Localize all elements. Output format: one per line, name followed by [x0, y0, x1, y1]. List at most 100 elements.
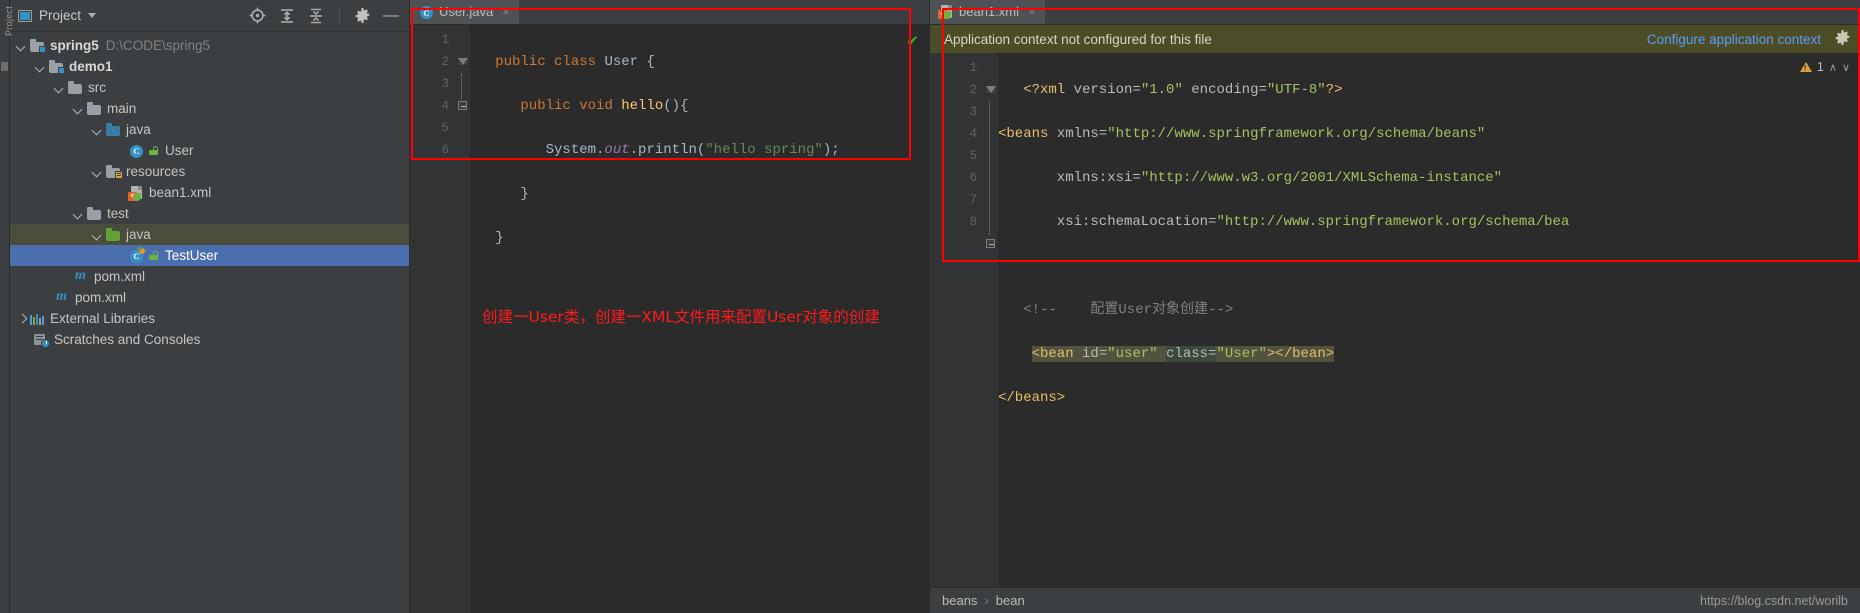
tree-label: pom.xml [94, 269, 146, 284]
chevron-open-icon[interactable] [92, 124, 103, 135]
chevron-closed-icon[interactable] [16, 313, 27, 324]
code-line: xsi:schemaLocation="http://www.springfra… [998, 211, 1860, 233]
tab-user-java[interactable]: C User.java × [410, 0, 519, 24]
tree-node-pom-demo1[interactable]: m pom.xml [10, 266, 409, 287]
test-source-folder-icon [105, 227, 122, 243]
breadcrumb-item-bean[interactable]: bean [996, 593, 1025, 608]
chevron-open-icon[interactable] [92, 229, 103, 240]
tree-node-demo1[interactable]: demo1 [10, 56, 409, 77]
chevron-down-icon[interactable]: ∨ [1842, 61, 1850, 74]
brace: } [495, 230, 504, 246]
tree-label: demo1 [69, 59, 113, 74]
tree-label: bean1.xml [149, 185, 212, 200]
tree-node-scratches[interactable]: Scratches and Consoles [10, 329, 409, 350]
tree-node-test[interactable]: test [10, 203, 409, 224]
tree-node-main[interactable]: main [10, 98, 409, 119]
resources-folder-icon [105, 164, 123, 180]
tab-bean1-xml[interactable]: < bean1.xml × [930, 0, 1045, 24]
attr-version: version= [1073, 82, 1141, 98]
gear-icon[interactable] [1835, 30, 1850, 48]
bean-open-tag: <bean [1031, 346, 1074, 362]
line-number: 3 [441, 77, 449, 91]
chevron-open-icon[interactable] [73, 103, 84, 114]
code-line: xmlns:xsi="http://www.w3.org/2001/XMLSch… [998, 167, 1860, 189]
project-title-group[interactable]: Project [18, 8, 97, 23]
tree-node-bean1-xml[interactable]: < bean1.xml [10, 182, 409, 203]
attr-schema-location-value: "http://www.springframework.org/schema/b… [1216, 214, 1570, 230]
scratches-icon [33, 332, 50, 348]
configure-app-context-link[interactable]: Configure application context [1647, 32, 1821, 47]
close-icon[interactable]: × [1028, 5, 1036, 18]
inspection-ok-icon[interactable]: ✔ [906, 34, 919, 49]
breadcrumb-item-beans[interactable]: beans [942, 593, 977, 608]
tree-label: spring5 [50, 38, 99, 53]
chevron-open-icon[interactable] [54, 82, 65, 93]
java-fold-column[interactable] [456, 25, 470, 613]
minimize-icon[interactable]: — [383, 7, 399, 24]
inspection-warnings[interactable]: 1 ∧ ∨ [1799, 60, 1850, 74]
collapse-all-icon[interactable] [308, 8, 324, 24]
project-vertical-tab[interactable]: Project [4, 0, 14, 36]
annotation-note: 创建一User类，创建一XML文件用来配置User对象的创建 [482, 308, 880, 326]
tree-node-testuser-class[interactable]: C TestUser [10, 245, 409, 266]
fold-handle[interactable] [458, 51, 468, 73]
statement-end: ); [822, 142, 840, 158]
close-icon[interactable]: × [502, 5, 510, 18]
tab-label: bean1.xml [959, 4, 1019, 19]
fold-handle[interactable] [986, 233, 996, 255]
chevron-down-icon[interactable] [88, 13, 97, 18]
xml-fold-column[interactable] [984, 53, 998, 613]
attr-xmlns-xsi-value: "http://www.w3.org/2001/XMLSchema-instan… [1140, 170, 1503, 186]
xml-code-text[interactable]: <?xml version="1.0" encoding="UTF-8"?> <… [998, 53, 1860, 613]
spring-xml-icon: < [128, 185, 145, 201]
chevron-open-icon[interactable] [16, 40, 27, 51]
tree-node-test-java[interactable]: java [10, 224, 409, 245]
chevron-open-icon[interactable] [92, 166, 103, 177]
tree-node-pom-root[interactable]: m pom.xml [10, 287, 409, 308]
project-toolbar: Project — [10, 0, 409, 32]
tree-node-src[interactable]: src [10, 77, 409, 98]
beans-close-tag: </beans> [998, 390, 1066, 406]
line-number: 4 [441, 99, 449, 113]
attr-class-value: "User" [1216, 346, 1267, 362]
chevron-open-icon[interactable] [73, 208, 84, 219]
tree-label: src [88, 80, 106, 95]
code-line: <bean id="user" class="User"></bean> [998, 343, 1860, 365]
attr-id: id= [1082, 346, 1108, 362]
tree-node-resources[interactable]: resources [10, 161, 409, 182]
gear-icon[interactable] [355, 8, 370, 23]
chevron-open-icon[interactable] [35, 61, 46, 72]
line-number: 5 [969, 149, 977, 163]
code-line: <?xml version="1.0" encoding="UTF-8"?> [998, 79, 1860, 101]
breadcrumb-separator: › [984, 593, 989, 608]
tree-node-main-java[interactable]: java [10, 119, 409, 140]
line-number: 8 [969, 215, 977, 229]
project-tree: spring5 D:\CODE\spring5 demo1 src main j… [10, 32, 409, 613]
toolbar-divider [339, 7, 340, 24]
attr-class: class= [1166, 346, 1217, 362]
fold-handle[interactable] [986, 79, 996, 101]
code-line: public class User { [470, 51, 929, 73]
tree-label: pom.xml [75, 290, 127, 305]
tree-node-user-class[interactable]: C User [10, 140, 409, 161]
source-folder-icon [105, 122, 122, 138]
code-line: public void hello(){ [470, 95, 929, 117]
tree-node-spring5[interactable]: spring5 D:\CODE\spring5 [10, 35, 409, 56]
fold-line [988, 101, 990, 235]
method-signature: (){ [663, 98, 689, 114]
java-class-icon: C [418, 4, 433, 19]
string-literal: "hello spring" [705, 142, 823, 158]
tree-label: Scratches and Consoles [54, 332, 201, 347]
xml-code-area[interactable]: 1 2 3 4 5 6 7 8 <?xml version="1.0" enco… [930, 53, 1860, 613]
chevron-up-icon[interactable]: ∧ [1829, 61, 1837, 74]
xml-decl-close: ?> [1325, 82, 1343, 98]
project-sidebar: Project — spring5 D:\CODE\spring5 demo1 … [10, 0, 410, 613]
fold-handle[interactable] [458, 95, 468, 117]
tree-label: java [126, 122, 151, 137]
locate-icon[interactable] [249, 7, 266, 24]
expand-all-icon[interactable] [279, 8, 295, 24]
status-bar: beans › bean https://blog.csdn.net/woril… [930, 587, 1860, 613]
tree-node-path: D:\CODE\spring5 [105, 38, 211, 53]
tree-node-external-libraries[interactable]: External Libraries [10, 308, 409, 329]
tree-label: External Libraries [50, 311, 156, 326]
